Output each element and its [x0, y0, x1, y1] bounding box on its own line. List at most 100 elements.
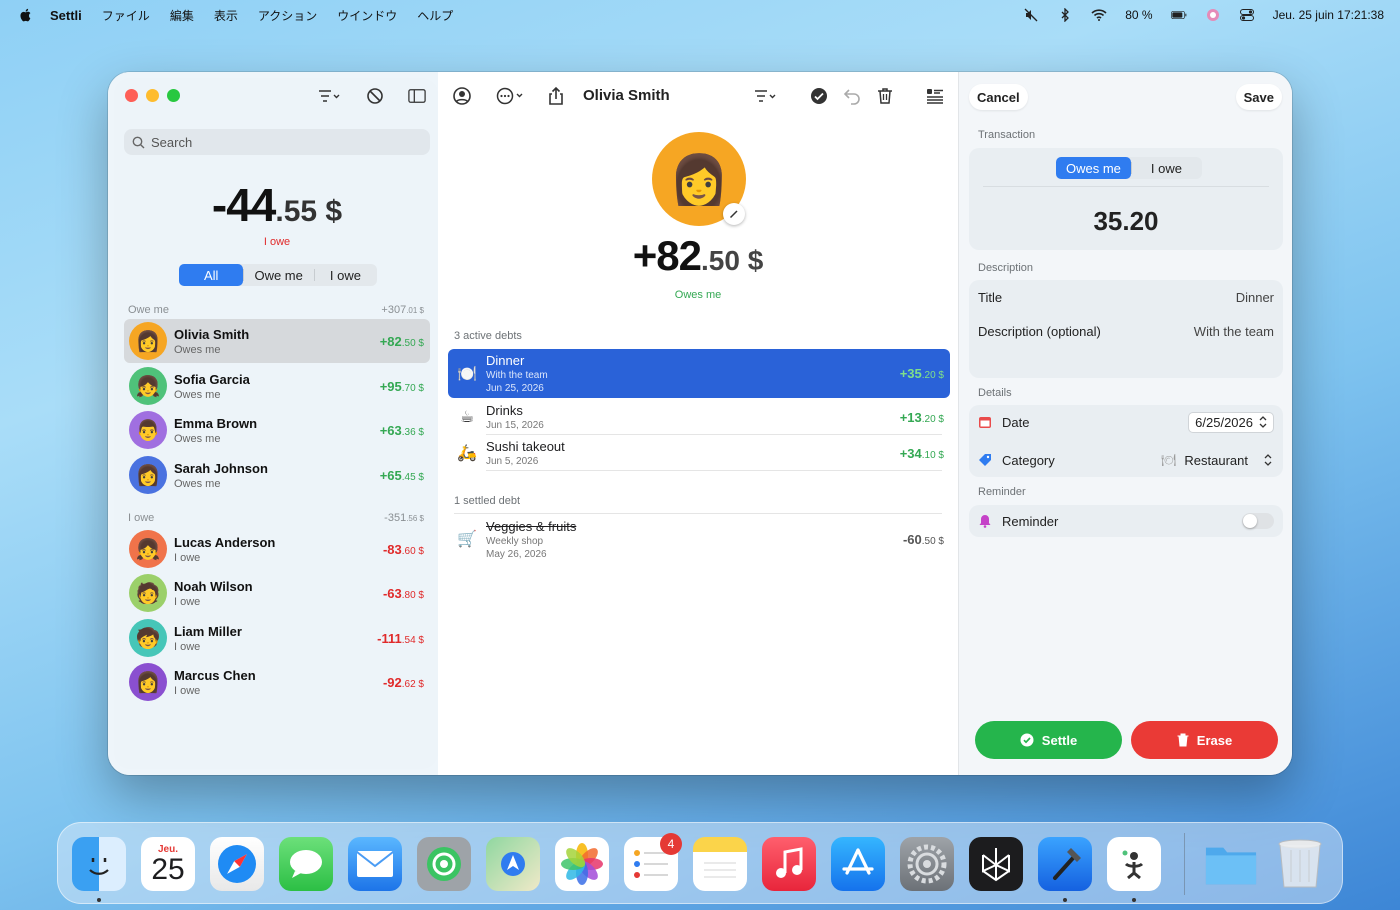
person-name: Emma Brown: [174, 415, 258, 431]
mail-icon[interactable]: [348, 837, 402, 891]
sort-menu-button[interactable]: [313, 86, 345, 106]
description-card: Title Dinner Description (optional) With…: [969, 280, 1283, 378]
search-placeholder: Search: [151, 134, 193, 150]
finder-icon[interactable]: [72, 837, 126, 891]
debt-amount: +34.10 $: [899, 445, 944, 461]
filter-owe-me[interactable]: Owe me: [243, 264, 313, 286]
person-row[interactable]: 👧 Sofia Garcia Owes me +95.70 $: [124, 364, 430, 408]
minimize-window-button[interactable]: [146, 89, 159, 102]
downloads-folder-icon[interactable]: [1204, 837, 1258, 891]
reminders-icon[interactable]: 4: [624, 833, 682, 891]
app-store-icon[interactable]: [831, 837, 885, 891]
safari-icon[interactable]: [210, 837, 264, 891]
dock: Jeu. 25 4: [57, 822, 1343, 904]
person-row[interactable]: 👩 Marcus Chen I owe -92.62 $: [124, 660, 430, 704]
debt-row[interactable]: 🛵 Sushi takeout Jun 5, 2026 +34.10 $: [448, 437, 950, 469]
photos-icon[interactable]: [555, 837, 609, 891]
bluetooth-icon[interactable]: [1057, 7, 1073, 23]
apple-menu-icon[interactable]: [18, 7, 34, 23]
type-owes-me[interactable]: Owes me: [1056, 157, 1131, 179]
avatar: 🧒: [129, 619, 167, 657]
settli-icon[interactable]: [1107, 837, 1161, 891]
category-picker[interactable]: 🍽 Restaurant: [1161, 453, 1274, 468]
person-row[interactable]: 👨 Emma Brown Owes me +63.36 $: [124, 408, 430, 452]
cancel-button[interactable]: Cancel: [969, 84, 1028, 110]
category-label: Category: [1002, 452, 1055, 468]
amount-field[interactable]: 35.20: [969, 206, 1283, 237]
filter-all[interactable]: All: [179, 264, 244, 286]
undo-button[interactable]: [841, 84, 863, 108]
trash-can-icon[interactable]: [1273, 837, 1327, 891]
calendar-app-icon[interactable]: Jeu. 25: [141, 837, 195, 891]
perplexity-icon[interactable]: [969, 837, 1023, 891]
contact-button[interactable]: [450, 84, 474, 108]
share-button[interactable]: [545, 84, 567, 108]
xcode-icon[interactable]: [1038, 837, 1092, 891]
settle-all-button[interactable]: [808, 84, 830, 108]
avatar: 👩: [129, 663, 167, 701]
find-my-icon[interactable]: [417, 837, 471, 891]
person-name: Noah Wilson: [174, 578, 253, 594]
debt-row[interactable]: 🍽️ Dinner With the team Jun 25, 2026 +35…: [448, 349, 950, 398]
description-row[interactable]: Description (optional) With the team: [978, 324, 1274, 339]
person-row[interactable]: 🧒 Liam Miller I owe -111.54 $: [124, 616, 430, 660]
description-optional-label: Description (optional): [978, 324, 1101, 339]
filter-i-owe[interactable]: I owe: [313, 264, 377, 286]
mute-icon[interactable]: [1023, 7, 1039, 23]
tag-icon: [979, 454, 991, 466]
siri-icon[interactable]: [1205, 7, 1221, 23]
debt-row[interactable]: 🛒 Veggies & fruits Weekly shop May 26, 2…: [448, 516, 950, 562]
person-row[interactable]: 👩 Olivia Smith Owes me +82.50 $: [124, 319, 430, 363]
app-menu[interactable]: Settli: [50, 8, 82, 23]
balance-cents: .50 $: [700, 245, 764, 276]
calendar-day: 25: [151, 852, 185, 886]
menu-help[interactable]: ヘルプ: [417, 7, 453, 24]
menu-action[interactable]: アクション: [258, 7, 317, 24]
person-row[interactable]: 🧑 Noah Wilson I owe -63.80 $: [124, 571, 430, 615]
delete-button[interactable]: [874, 84, 896, 108]
debt-title: Dinner: [486, 353, 525, 368]
inspector-toggle-button[interactable]: [924, 84, 946, 108]
title-input[interactable]: Dinner: [1236, 290, 1274, 305]
more-menu-button[interactable]: [494, 84, 528, 108]
menu-view[interactable]: 表示: [214, 7, 238, 24]
close-window-button[interactable]: [125, 89, 138, 102]
erase-button[interactable]: Erase: [1131, 721, 1278, 759]
save-button[interactable]: Save: [1235, 84, 1282, 110]
notes-icon[interactable]: [693, 837, 747, 891]
reminder-section-label: Reminder: [978, 486, 1026, 498]
person-row[interactable]: 👩 Sarah Johnson Owes me +65.45 $: [124, 453, 430, 497]
toggle-sidebar-button[interactable]: [406, 86, 428, 106]
date-value: 6/25/2026: [1195, 414, 1253, 430]
settle-button[interactable]: Settle: [975, 721, 1122, 759]
sort-debts-button[interactable]: [748, 84, 782, 108]
search-field[interactable]: Search: [124, 129, 430, 155]
section-total: -351.56 $: [384, 512, 424, 524]
menu-window[interactable]: ウインドウ: [337, 7, 397, 24]
type-i-owe[interactable]: I owe: [1130, 157, 1202, 179]
zoom-window-button[interactable]: [167, 89, 180, 102]
bell-icon: [979, 515, 991, 528]
control-center-icon[interactable]: [1239, 7, 1255, 23]
menu-clock[interactable]: Jeu. 25 juin 17:21:38: [1273, 8, 1384, 22]
title-label: Title: [978, 290, 1003, 305]
menu-file[interactable]: ファイル: [102, 7, 150, 24]
person-row[interactable]: 👧 Lucas Anderson I owe -83.60 $: [124, 527, 430, 571]
menu-edit[interactable]: 編集: [170, 7, 194, 24]
edit-avatar-button[interactable]: [723, 203, 745, 225]
reminder-toggle[interactable]: [1242, 513, 1274, 529]
maps-icon[interactable]: [486, 837, 540, 891]
title-row[interactable]: Title Dinner: [978, 290, 1274, 305]
music-icon[interactable]: [762, 837, 816, 891]
wifi-icon[interactable]: [1091, 7, 1107, 23]
debt-date: Jun 25, 2026: [486, 383, 544, 394]
system-settings-icon[interactable]: [900, 837, 954, 891]
description-input[interactable]: With the team: [1194, 324, 1274, 339]
debt-row[interactable]: ☕ Drinks Jun 15, 2026 +13.20 $: [448, 401, 950, 433]
battery-icon[interactable]: [1170, 7, 1187, 23]
block-button[interactable]: [364, 86, 386, 106]
person-title: Olivia Smith: [583, 87, 670, 104]
debt-amount: +13.20 $: [899, 409, 944, 425]
messages-icon[interactable]: [279, 837, 333, 891]
date-picker[interactable]: 6/25/2026: [1188, 411, 1274, 433]
